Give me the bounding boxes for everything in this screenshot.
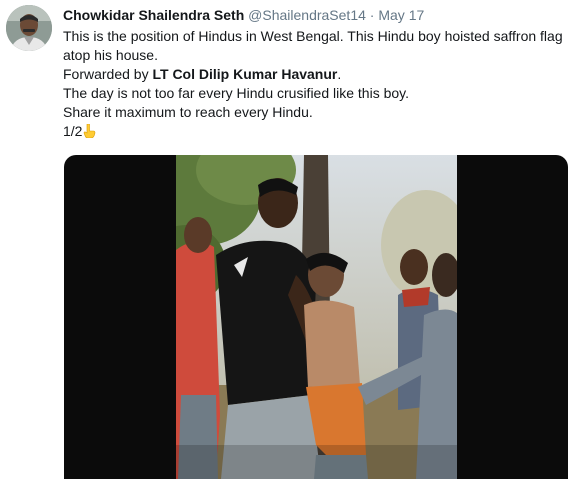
tweet: Chowkidar Shailendra Seth @ShailendraSet… bbox=[0, 0, 576, 479]
tweet-header: Chowkidar Shailendra Seth @ShailendraSet… bbox=[63, 6, 424, 24]
thread-counter: 1/2 bbox=[63, 123, 83, 139]
video-player[interactable] bbox=[64, 155, 568, 479]
tweet-line-1: This is the position of Hindus in West B… bbox=[63, 28, 563, 63]
date-separator: · bbox=[369, 7, 375, 23]
video-thumbnail bbox=[176, 155, 457, 479]
tweet-line-3: The day is not too far every Hindu crusi… bbox=[63, 85, 410, 101]
forwarded-suffix: . bbox=[337, 66, 342, 82]
tweet-line-4: Share it maximum to reach every Hindu. bbox=[63, 104, 313, 120]
tweet-line-counter: 1/2 bbox=[63, 122, 568, 141]
avatar[interactable] bbox=[6, 5, 52, 51]
tweet-line-forwarded: Forwarded by LT Col Dilip Kumar Havanur. bbox=[63, 65, 568, 84]
tweet-text: This is the position of Hindus in West B… bbox=[63, 27, 568, 141]
video-frame[interactable] bbox=[176, 155, 457, 479]
tweet-date[interactable]: May 17 bbox=[378, 7, 424, 23]
backhand-index-pointing-down-icon bbox=[84, 124, 96, 138]
forwarded-name: LT Col Dilip Kumar Havanur bbox=[152, 66, 338, 82]
author-handle[interactable]: @ShailendraSet14 bbox=[248, 7, 366, 23]
forwarded-prefix: Forwarded by bbox=[63, 66, 153, 82]
avatar-photo bbox=[6, 5, 52, 51]
author-name[interactable]: Chowkidar Shailendra Seth bbox=[63, 7, 244, 23]
